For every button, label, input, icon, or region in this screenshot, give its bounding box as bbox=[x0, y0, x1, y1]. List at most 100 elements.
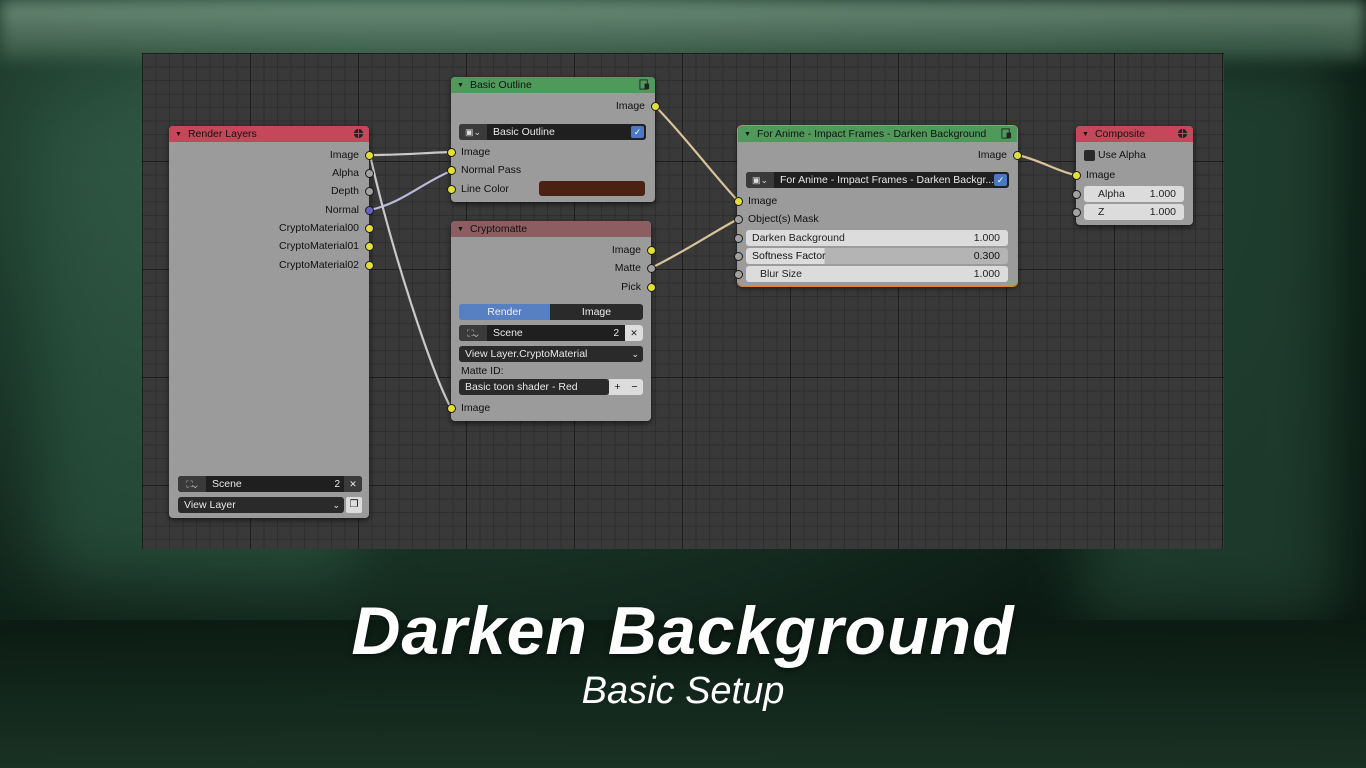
node-title: Render Layers bbox=[187, 128, 257, 140]
socket-pick-out[interactable] bbox=[647, 283, 656, 292]
socket-blur-in[interactable] bbox=[734, 270, 743, 279]
scene-name: Scene bbox=[212, 478, 242, 490]
node-group-icon bbox=[1001, 128, 1012, 139]
nodetree-icon[interactable]: ▣⌄ bbox=[746, 172, 774, 188]
socket-image-out[interactable] bbox=[365, 151, 374, 160]
node-group-icon bbox=[639, 79, 650, 90]
collapse-triangle-icon[interactable]: ▼ bbox=[744, 131, 751, 138]
field-value: 1.000 bbox=[973, 268, 1000, 280]
input-image: Image bbox=[748, 195, 778, 207]
scene-close-icon[interactable]: ✕ bbox=[344, 476, 362, 492]
field-label: Blur Size bbox=[760, 268, 803, 280]
socket-crypto02-out[interactable] bbox=[365, 261, 374, 270]
collapse-triangle-icon[interactable]: ▼ bbox=[1082, 131, 1089, 138]
matte-id-label: Matte ID: bbox=[461, 365, 504, 377]
cryptomatte-node[interactable]: ▼ Cryptomatte Image Matte Pick Render Im… bbox=[447, 221, 656, 421]
alpha-field[interactable]: Alpha 1.000 bbox=[1084, 186, 1184, 202]
input-image: Image bbox=[461, 402, 491, 414]
render-layers-node[interactable]: ▼ Render Layers Image Alpha Depth Normal… bbox=[169, 126, 374, 518]
link-group-to-composite bbox=[1017, 153, 1076, 177]
socket-crypto00-out[interactable] bbox=[365, 224, 374, 233]
line-color-swatch[interactable] bbox=[539, 181, 645, 196]
render-layer-icon[interactable]: ❐ bbox=[346, 497, 362, 513]
matte-id-field[interactable]: Basic toon shader - Red bbox=[459, 379, 609, 395]
composite-header[interactable]: ▼ Composite bbox=[1076, 126, 1193, 142]
socket-crypto01-out[interactable] bbox=[365, 242, 374, 251]
group-selector[interactable]: ▣⌄ For Anime - Impact Frames - Darken Ba… bbox=[746, 172, 1009, 188]
z-field[interactable]: Z 1.000 bbox=[1084, 204, 1184, 220]
anime-group-header[interactable]: ▼ For Anime - Impact Frames - Darken Bac… bbox=[738, 126, 1017, 142]
cryptomatte-header[interactable]: ▼ Cryptomatte bbox=[451, 221, 651, 237]
globe-icon bbox=[1177, 128, 1188, 139]
socket-image-in[interactable] bbox=[447, 148, 456, 157]
node-title: For Anime - Impact Frames - Darken Backg… bbox=[756, 128, 987, 140]
tab-render[interactable]: Render bbox=[459, 304, 550, 320]
scene-selector[interactable]: ⛶⌄ Scene 2 ✕ bbox=[459, 325, 643, 341]
node-editor[interactable]: ▼ Render Layers Image Alpha Depth Normal… bbox=[142, 53, 1224, 549]
fake-user-shield-icon[interactable]: ✓ bbox=[994, 174, 1007, 186]
socket-image-out[interactable] bbox=[1013, 151, 1022, 160]
collapse-triangle-icon[interactable]: ▼ bbox=[175, 131, 182, 138]
group-name: Basic Outline bbox=[493, 126, 555, 138]
socket-image-in[interactable] bbox=[1072, 171, 1081, 180]
view-layer-dropdown[interactable]: View Layer ⌄ bbox=[178, 497, 344, 513]
composite-node[interactable]: ▼ Composite Use Alpha Image Alpha 1.000 … bbox=[1072, 126, 1193, 225]
socket-linecolor-in[interactable] bbox=[447, 185, 456, 194]
socket-image-out[interactable] bbox=[647, 246, 656, 255]
output-image: Image bbox=[615, 100, 645, 112]
darken-background-field[interactable]: Darken Background 1.000 bbox=[746, 230, 1008, 246]
group-selector[interactable]: ▣⌄ Basic Outline ✓ bbox=[459, 124, 646, 140]
link-image-to-outline bbox=[369, 150, 452, 157]
socket-normal-out[interactable] bbox=[365, 206, 374, 215]
socket-darken-in[interactable] bbox=[734, 234, 743, 243]
anime-group-node[interactable]: ▼ For Anime - Impact Frames - Darken Bac… bbox=[734, 125, 1022, 287]
field-value: 1.000 bbox=[1149, 206, 1176, 218]
socket-image-in[interactable] bbox=[447, 404, 456, 413]
socket-matte-out[interactable] bbox=[647, 264, 656, 273]
blur-size-field[interactable]: Blur Size 1.000 bbox=[746, 266, 1008, 282]
caption-title: Darken Background bbox=[351, 593, 1015, 669]
output-cryptomaterial00: CryptoMaterial00 bbox=[279, 222, 359, 234]
group-name: For Anime - Impact Frames - Darken Backg… bbox=[780, 174, 995, 186]
collapse-triangle-icon[interactable]: ▼ bbox=[457, 82, 464, 89]
output-image: Image bbox=[977, 149, 1007, 161]
socket-normal-in[interactable] bbox=[447, 166, 456, 175]
use-alpha-label: Use Alpha bbox=[1098, 149, 1146, 161]
field-value: 0.300 bbox=[973, 250, 1000, 262]
scene-dropdown-icon[interactable]: ⛶⌄ bbox=[459, 325, 487, 341]
link-outline-to-group bbox=[654, 105, 739, 202]
basic-outline-header[interactable]: ▼ Basic Outline bbox=[451, 77, 655, 93]
output-depth: Depth bbox=[330, 185, 359, 197]
scene-dropdown-icon[interactable]: ⛶⌄ bbox=[178, 476, 206, 492]
socket-alpha-out[interactable] bbox=[365, 169, 374, 178]
node-title: Basic Outline bbox=[469, 79, 532, 91]
remove-matte-button[interactable]: − bbox=[626, 379, 643, 395]
field-label: Darken Background bbox=[752, 232, 845, 244]
field-value: 1.000 bbox=[973, 232, 1000, 244]
socket-z-in[interactable] bbox=[1072, 208, 1081, 217]
tab-image[interactable]: Image bbox=[550, 304, 643, 320]
add-matte-button[interactable]: + bbox=[609, 379, 626, 395]
link-matte-to-group bbox=[650, 218, 739, 269]
socket-mask-in[interactable] bbox=[734, 215, 743, 224]
render-layers-header[interactable]: ▼ Render Layers bbox=[169, 126, 369, 142]
socket-depth-out[interactable] bbox=[365, 187, 374, 196]
scene-close-icon[interactable]: ✕ bbox=[625, 325, 643, 341]
socket-image-out[interactable] bbox=[651, 102, 660, 111]
socket-softness-in[interactable] bbox=[734, 252, 743, 261]
basic-outline-node[interactable]: ▼ Basic Outline Image ▣⌄ Basic Outline ✓… bbox=[447, 77, 660, 202]
socket-alpha-in[interactable] bbox=[1072, 190, 1081, 199]
output-image: Image bbox=[611, 244, 641, 256]
layer-dropdown[interactable]: View Layer.CryptoMaterial ⌄ bbox=[459, 346, 643, 362]
chevron-down-icon: ⌄ bbox=[332, 499, 340, 510]
fake-user-shield-icon[interactable]: ✓ bbox=[631, 126, 644, 138]
use-alpha-checkbox[interactable] bbox=[1084, 150, 1095, 161]
nodetree-icon[interactable]: ▣⌄ bbox=[459, 124, 487, 140]
collapse-triangle-icon[interactable]: ▼ bbox=[457, 226, 464, 233]
input-image: Image bbox=[461, 146, 491, 158]
socket-image-in[interactable] bbox=[734, 197, 743, 206]
softness-factor-field[interactable]: Softness Factor 0.300 bbox=[746, 248, 1008, 264]
scene-users-count: 2 bbox=[334, 478, 340, 490]
scene-selector[interactable]: ⛶⌄ Scene 2 ✕ bbox=[178, 476, 362, 492]
field-value: 1.000 bbox=[1149, 188, 1176, 200]
